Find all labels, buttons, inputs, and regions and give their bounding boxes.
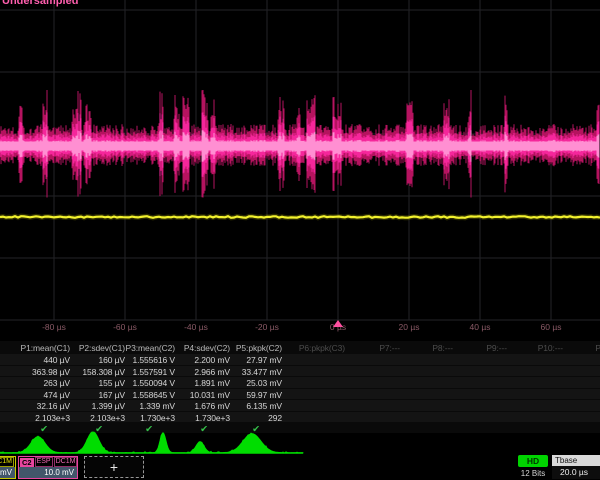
time-axis: -100 µs-80 µs-60 µs-40 µs-20 µs0 µs20 µs…	[0, 319, 600, 337]
bottom-toolbar: DC1M 10.0 mV C2 ESP DC1M 10.0 mV + HD 12…	[0, 455, 600, 480]
trigger-position-marker[interactable]	[333, 320, 343, 327]
measure-value-cell: 160 µV	[98, 355, 125, 365]
table-row	[0, 354, 600, 365]
measure-value-cell: 474 µV	[43, 390, 70, 400]
measure-column-header[interactable]: P3:mean(C2)	[126, 343, 175, 353]
histogram-shape	[0, 432, 303, 453]
hd-mode-badge[interactable]: HD	[518, 455, 548, 467]
measure-column-header[interactable]: P6:pkpk(C3)	[299, 343, 345, 353]
c1-tags-row: DC1M	[0, 457, 15, 467]
measure-column-header[interactable]: P5:pkpk(C2)	[236, 343, 282, 353]
c2-volts-per-div: 10.0 mV	[19, 467, 77, 478]
measure-value-cell: 1.557591 V	[133, 367, 175, 377]
add-trace-button[interactable]: +	[84, 456, 144, 478]
table-row	[0, 389, 600, 400]
measure-column-header[interactable]: P4:sdev(C2)	[184, 343, 230, 353]
table-row	[0, 400, 600, 411]
measurement-table: P1:mean(C1) 440 µV 363.98 µV263 µV 474 µV32…	[0, 341, 600, 433]
measure-value-cell: 1.891 mV	[194, 378, 230, 388]
measure-value-cell: 33.477 mV	[242, 367, 282, 377]
time-tick-label: -20 µs	[255, 322, 279, 332]
measure-value-cell: 1.730e+3	[140, 413, 175, 423]
channel-c2-descriptor[interactable]: C2 ESP DC1M 10.0 mV	[18, 456, 78, 479]
measure-value-cell: 2.966 mV	[194, 367, 230, 377]
c1-coupling-tag: DC1M	[0, 457, 14, 467]
measure-value-cell: 263 µV	[43, 378, 70, 388]
time-tick-label: 40 µs	[470, 322, 491, 332]
time-tick-label: -40 µs	[184, 322, 208, 332]
measure-value-cell: 1.730e+3	[195, 413, 230, 423]
measure-value-cell: 6.135 mV	[246, 401, 282, 411]
timebase-value: 20.0 µs	[552, 466, 600, 479]
measure-value-cell: 1.339 mV	[139, 401, 175, 411]
measure-value-cell: 363.98 µV	[32, 367, 70, 377]
measure-column-header[interactable]: P1:mean(C1)	[21, 343, 70, 353]
table-row	[0, 377, 600, 388]
hd-bits-label: 12 Bits	[513, 469, 553, 478]
timebase-descriptor[interactable]: Tbase 20.0 µs	[552, 455, 600, 479]
measure-value-cell: 2.103e+3	[90, 413, 125, 423]
measure-value-cell: 59.97 mV	[246, 390, 282, 400]
timebase-title: Tbase	[552, 455, 600, 466]
measure-column-header[interactable]: P2:sdev(C1)	[79, 343, 125, 353]
measurement-histogram	[0, 428, 600, 455]
time-tick-label: -80 µs	[42, 322, 66, 332]
c2-tags-row: C2 ESP DC1M	[19, 457, 77, 467]
measure-column-header[interactable]: P7:---	[379, 343, 400, 353]
oscilloscope-screen: Undersampled -100 µs-80 µs-60 µs-40 µs-2…	[0, 0, 600, 480]
measure-value-cell: 10.031 mV	[190, 390, 230, 400]
measure-value-cell: 155 µV	[98, 378, 125, 388]
undersampled-warning: Undersampled	[2, 0, 78, 7]
c1-volts-per-div: 10.0 mV	[0, 467, 15, 478]
measure-value-cell: 2.103e+3	[35, 413, 70, 423]
measure-value-cell: 32.16 µV	[37, 401, 70, 411]
measure-value-cell: 27.97 mV	[246, 355, 282, 365]
c2-channel-badge: C2	[20, 458, 34, 467]
measure-value-cell: 158.308 µV	[82, 367, 125, 377]
measure-value-cell: 440 µV	[43, 355, 70, 365]
measure-value-cell: 167 µV	[98, 390, 125, 400]
channel-c1-descriptor[interactable]: DC1M 10.0 mV	[0, 456, 16, 479]
measure-value-cell: 1.550094 V	[133, 378, 175, 388]
time-tick-label: -60 µs	[113, 322, 137, 332]
measure-value-cell: 1.558645 V	[133, 390, 175, 400]
waveform-display[interactable]	[0, 0, 600, 338]
c2-esp-tag: ESP	[35, 457, 53, 467]
measure-column-header[interactable]: P	[595, 343, 600, 353]
measure-value-cell: 25.03 mV	[246, 378, 282, 388]
c2-coupling-tag: DC1M	[54, 457, 78, 467]
time-tick-label: 60 µs	[541, 322, 562, 332]
measure-value-cell: 1.399 µV	[92, 401, 125, 411]
measure-column-header[interactable]: P9:---	[486, 343, 507, 353]
measure-value-cell: 292	[268, 413, 282, 423]
c1-trace	[0, 216, 600, 218]
measure-value-cell: 1.555616 V	[133, 355, 175, 365]
measure-value-cell: 2.200 mV	[194, 355, 230, 365]
measure-column-header[interactable]: P8:---	[432, 343, 453, 353]
measure-value-cell: 1.676 mV	[194, 401, 230, 411]
time-tick-label: 20 µs	[399, 322, 420, 332]
measure-column-header[interactable]: P10:---	[538, 343, 563, 353]
